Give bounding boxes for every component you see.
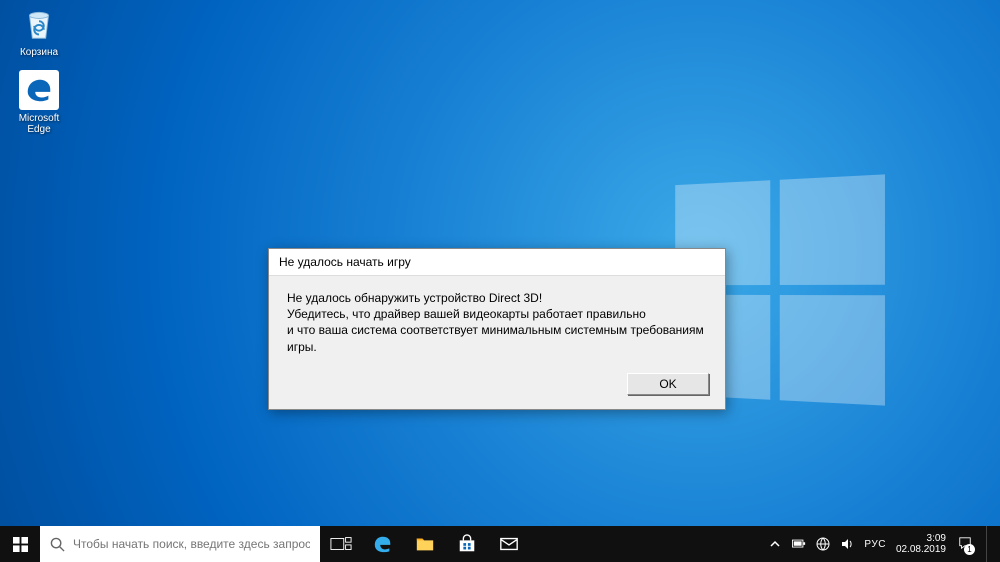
taskbar: РУС 3:09 02.08.2019 1 [0, 526, 1000, 562]
task-view-button[interactable] [320, 526, 362, 562]
edge-icon [19, 70, 59, 110]
dialog-line: Не удалось обнаружить устройство Direct … [287, 290, 707, 306]
windows-icon [13, 537, 28, 552]
desktop-icon-recycle-bin[interactable]: Корзина [6, 4, 72, 58]
taskbar-app-edge[interactable] [362, 526, 404, 562]
search-input[interactable] [73, 537, 310, 551]
folder-icon [415, 534, 435, 554]
taskbar-search[interactable] [40, 526, 320, 562]
system-tray: РУС 3:09 02.08.2019 1 [764, 526, 1000, 562]
action-center-button[interactable]: 1 [958, 536, 972, 553]
store-icon [457, 534, 477, 554]
edge-icon [373, 534, 393, 554]
network-icon[interactable] [816, 537, 830, 551]
dialog-title[interactable]: Не удалось начать игру [269, 249, 725, 276]
battery-icon[interactable] [792, 537, 806, 551]
clock-date: 02.08.2019 [896, 544, 946, 556]
taskbar-app-explorer[interactable] [404, 526, 446, 562]
task-view-icon [330, 536, 352, 552]
desktop-icon-label: Microsoft Edge [6, 113, 72, 135]
dialog-line: и что ваша система соответствует минимал… [287, 322, 707, 354]
taskbar-app-mail[interactable] [488, 526, 530, 562]
mail-icon [499, 534, 519, 554]
language-indicator[interactable]: РУС [864, 539, 886, 550]
dialog-line: Убедитесь, что драйвер вашей видеокарты … [287, 306, 707, 322]
error-dialog: Не удалось начать игру Не удалось обнару… [268, 248, 726, 410]
dialog-message: Не удалось обнаружить устройство Direct … [269, 276, 725, 365]
desktop-icon-label: Корзина [6, 47, 72, 58]
clock-time: 3:09 [896, 533, 946, 545]
search-icon [50, 537, 65, 552]
ok-button[interactable]: OK [627, 373, 709, 395]
start-button[interactable] [0, 526, 40, 562]
show-desktop-button[interactable] [986, 526, 992, 562]
desktop-icon-edge[interactable]: Microsoft Edge [6, 70, 72, 135]
clock[interactable]: 3:09 02.08.2019 [896, 533, 948, 556]
taskbar-app-store[interactable] [446, 526, 488, 562]
recycle-bin-icon [19, 4, 59, 44]
notification-badge: 1 [964, 544, 975, 555]
tray-chevron-up-icon[interactable] [768, 537, 782, 551]
volume-icon[interactable] [840, 537, 854, 551]
